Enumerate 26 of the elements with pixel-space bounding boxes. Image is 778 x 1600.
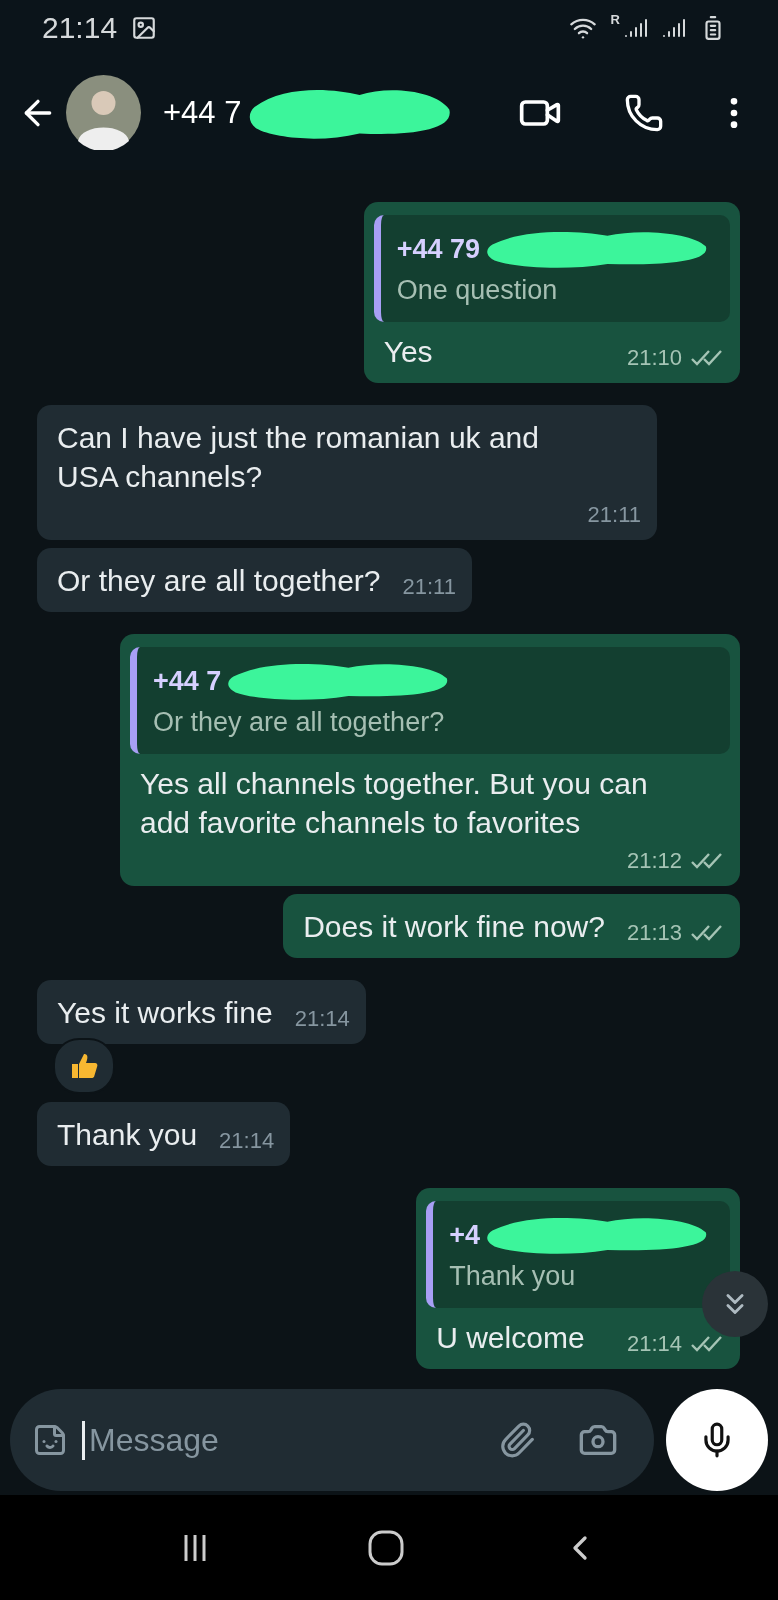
message-time: 21:12 — [626, 848, 682, 874]
message-time: 21:13 — [626, 920, 682, 946]
message-text: U welcome — [436, 1320, 585, 1356]
message-text: Does it work fine now? — [303, 909, 605, 945]
quote-author: +4 — [449, 1219, 480, 1251]
quote-author: +44 7 — [153, 665, 222, 697]
message-text: Or they are all together? — [57, 563, 381, 599]
clock: 21:14 — [42, 10, 118, 45]
message-time: 21:14 — [626, 1331, 682, 1357]
quote-text: Thank you — [449, 1261, 577, 1292]
message-text: Yes it works fine — [57, 995, 273, 1031]
message-time: 21:14 — [219, 1128, 275, 1154]
message-text: Yes — [383, 334, 433, 370]
message-text: Yes all channels together. But you can add favorite channels to favorites — [140, 766, 649, 841]
message-time: 21:11 — [402, 574, 456, 600]
contact-name[interactable]: +44 7 — [163, 94, 242, 131]
message-time: 21:10 — [626, 345, 682, 371]
quote-text: Or they are all together? — [153, 707, 446, 738]
message-time: 21:11 — [587, 502, 641, 528]
message-text: Thank you — [57, 1117, 198, 1153]
message-time: 21:14 — [294, 1006, 350, 1032]
roaming-mark: R — [610, 12, 620, 27]
message-text: Can I have just the romanian uk and USA channels? — [57, 420, 540, 495]
quote-author: +44 79 — [396, 233, 480, 265]
quote-text: One question — [396, 275, 559, 306]
message-input[interactable]: Message — [82, 1420, 470, 1460]
